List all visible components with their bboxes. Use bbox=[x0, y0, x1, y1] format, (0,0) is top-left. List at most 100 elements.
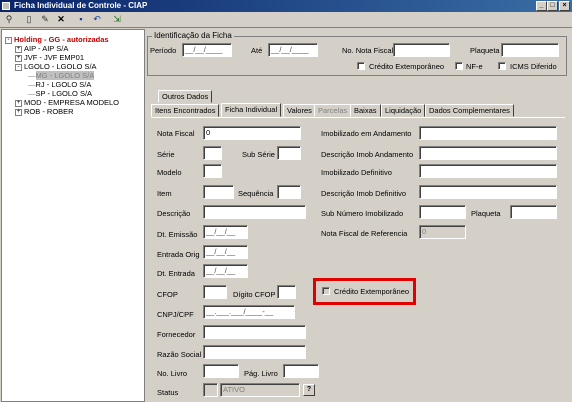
no-livro-label: No. Livro bbox=[157, 369, 188, 378]
item-input[interactable] bbox=[203, 185, 234, 199]
digito-cfop-input[interactable] bbox=[277, 285, 296, 299]
nota-fiscal-input[interactable] bbox=[393, 43, 450, 57]
cred-extemp-label: Crédito Extemporâneo bbox=[369, 62, 445, 71]
fornecedor-input[interactable] bbox=[203, 325, 306, 339]
cred-extemp-field-checkbox[interactable] bbox=[322, 287, 330, 295]
imob-definitivo-label: Imobilizado Definitivo bbox=[321, 168, 392, 177]
expand-icon[interactable]: + bbox=[15, 45, 22, 53]
item-label: Item bbox=[157, 189, 172, 198]
ate-input[interactable]: __/__/____ bbox=[268, 43, 318, 57]
tree-item[interactable]: + JVF - JVF EMP01 bbox=[15, 53, 84, 62]
cfop-input[interactable] bbox=[203, 285, 227, 299]
tab-valores[interactable]: Valores bbox=[283, 104, 316, 117]
status-help-button[interactable]: ? bbox=[303, 384, 315, 396]
descricao-label: Descrição bbox=[157, 209, 191, 218]
serie-input[interactable] bbox=[203, 146, 222, 160]
tab-itens-encontrados[interactable]: Itens Encontrados bbox=[151, 104, 220, 117]
razao-social-label: Razão Social bbox=[157, 350, 202, 359]
collapse-icon[interactable]: - bbox=[15, 63, 22, 71]
desc-imob-andamento-label: Descrição Imob Andamento bbox=[321, 150, 414, 159]
tree-item[interactable]: + ROB - ROBER bbox=[15, 107, 74, 116]
dt-entrada-input[interactable]: __/__/__ bbox=[203, 264, 248, 278]
nfe-label: NF-e bbox=[466, 62, 483, 71]
imob-andamento-input[interactable] bbox=[419, 126, 557, 140]
minimize-button[interactable]: _ bbox=[536, 1, 547, 11]
desc-imob-definitivo-label: Descrição Imob Definitivo bbox=[321, 189, 407, 198]
fornecedor-label: Fornecedor bbox=[157, 330, 196, 339]
group-legend: Identificação da Ficha bbox=[152, 31, 234, 40]
descricao-input[interactable] bbox=[203, 205, 306, 219]
entrada-orig-label: Entrada Orig bbox=[157, 250, 200, 259]
expand-icon[interactable]: + bbox=[15, 54, 22, 62]
save-icon[interactable]: ▪ bbox=[74, 13, 88, 26]
dt-entrada-label: Dt. Entrada bbox=[157, 269, 195, 278]
tree-item[interactable]: + AIP - AIP S/A bbox=[15, 44, 68, 53]
status-input: ATIVO bbox=[220, 383, 300, 397]
nf-referencia-input: 0 bbox=[419, 225, 466, 239]
title-bar: Ficha Individual de Controle - CIAP _ □ … bbox=[0, 0, 572, 12]
status-code-input[interactable] bbox=[203, 383, 218, 397]
tab-dados-complementares[interactable]: Dados Complementares bbox=[425, 104, 514, 117]
undo-icon[interactable]: ↶ bbox=[90, 13, 104, 26]
sub-numero-input[interactable] bbox=[419, 205, 466, 219]
tree-item[interactable]: - LGOLO - LGOLO S/A bbox=[15, 62, 97, 71]
imob-definitivo-input[interactable] bbox=[419, 164, 557, 178]
serie-label: Série bbox=[157, 150, 175, 159]
desc-imob-definitivo-input[interactable] bbox=[419, 185, 557, 199]
new-doc-icon[interactable]: ▯ bbox=[22, 13, 36, 26]
desc-imob-andamento-input[interactable] bbox=[419, 146, 557, 160]
periodo-input[interactable]: __/__/____ bbox=[182, 43, 232, 57]
nota-fiscal-field[interactable]: 0 bbox=[203, 126, 301, 140]
cred-extemp-field-label: Crédito Extemporâneo bbox=[334, 287, 410, 296]
expand-icon[interactable]: + bbox=[15, 99, 22, 107]
tab-parcelas[interactable]: Parcelas bbox=[314, 104, 352, 117]
edit-icon[interactable]: ✎ bbox=[38, 13, 52, 26]
ate-label: Até bbox=[251, 46, 263, 55]
binoculars-icon[interactable]: ⚲ bbox=[2, 13, 16, 26]
plaqueta-field-input[interactable] bbox=[510, 205, 557, 219]
no-livro-input[interactable] bbox=[203, 364, 239, 378]
tree-item[interactable]: —SP - LGOLO S/A bbox=[28, 89, 92, 98]
dt-emissao-label: Dt. Emissão bbox=[157, 230, 198, 239]
sub-serie-label: Sub Série bbox=[242, 150, 275, 159]
pag-livro-input[interactable] bbox=[283, 364, 319, 378]
nfe-checkbox[interactable] bbox=[455, 62, 463, 70]
toolbar: ⚲ ▯ ✎ ✕ ▪ ↶ ⇲ bbox=[0, 12, 572, 28]
cnpj-input[interactable]: __.___.___/____-__ bbox=[203, 305, 295, 319]
modelo-input[interactable] bbox=[203, 164, 222, 178]
nota-fiscal-field-label: Nota Fiscal bbox=[157, 129, 195, 138]
collapse-icon[interactable]: - bbox=[5, 36, 12, 44]
delete-icon[interactable]: ✕ bbox=[54, 13, 68, 26]
sub-numero-label: Sub Número Imobilizado bbox=[321, 209, 404, 218]
close-button[interactable]: × bbox=[559, 1, 570, 11]
plaqueta-input[interactable] bbox=[501, 43, 559, 57]
tree-item[interactable]: + MOD - EMPRESA MODELO bbox=[15, 98, 119, 107]
maximize-button[interactable]: □ bbox=[547, 1, 558, 11]
company-tree[interactable]: - Holding - GG - autorizadas + AIP - AIP S… bbox=[1, 29, 145, 402]
razao-social-input[interactable] bbox=[203, 345, 306, 359]
nf-referencia-label: Nota Fiscal de Referencia bbox=[321, 229, 408, 238]
sequencia-input[interactable] bbox=[277, 185, 301, 199]
expand-icon[interactable]: + bbox=[15, 108, 22, 116]
sub-serie-input[interactable] bbox=[277, 146, 301, 160]
status-label: Status bbox=[157, 388, 179, 397]
tab-ficha-individual[interactable]: Ficha Individual bbox=[221, 103, 282, 117]
exit-icon[interactable]: ⇲ bbox=[110, 13, 124, 26]
icms-diferido-checkbox[interactable] bbox=[498, 62, 506, 70]
tree-item[interactable]: —MG - LGOLO S/A bbox=[28, 71, 95, 80]
digito-cfop-label: Dígito CFOP bbox=[233, 290, 276, 299]
plaqueta-field-label: Plaqueta bbox=[471, 209, 501, 218]
app-icon bbox=[2, 2, 10, 10]
tree-item[interactable]: —RJ - LGOLO S/A bbox=[28, 80, 91, 89]
window-title: Ficha Individual de Controle - CIAP bbox=[14, 1, 148, 10]
tree-root[interactable]: - Holding - GG - autorizadas bbox=[5, 35, 109, 44]
tab-baixas[interactable]: Baixas bbox=[350, 104, 381, 117]
tab-outros-dados[interactable]: Outros Dados bbox=[158, 90, 213, 103]
plaqueta-label: Plaqueta bbox=[470, 46, 500, 55]
pag-livro-label: Pág. Livro bbox=[244, 369, 278, 378]
dt-emissao-input[interactable]: __/__/__ bbox=[203, 225, 248, 239]
entrada-orig-input[interactable]: __/__/__ bbox=[203, 245, 248, 259]
cred-extemp-checkbox[interactable] bbox=[357, 62, 365, 70]
cnpj-label: CNPJ/CPF bbox=[157, 310, 194, 319]
tab-liquidacao[interactable]: Liquidação bbox=[381, 104, 426, 117]
